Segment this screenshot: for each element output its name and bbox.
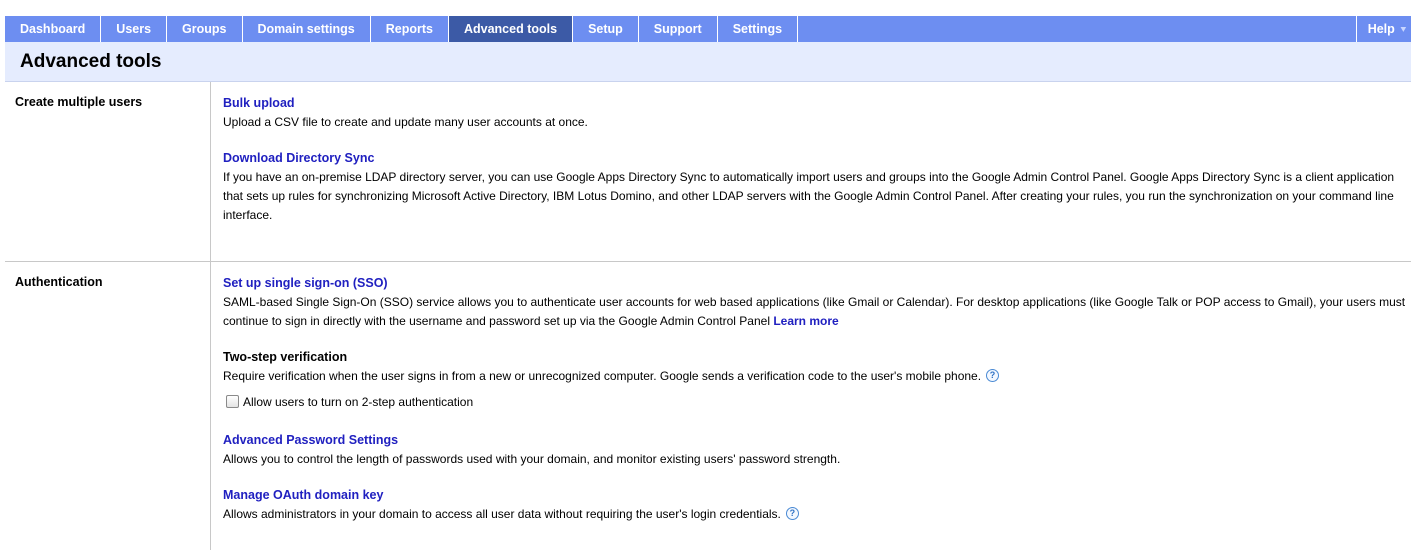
tab-support[interactable]: Support — [639, 16, 718, 42]
learn-more-link[interactable]: Learn more — [773, 314, 838, 328]
section-label: Authentication — [5, 262, 211, 550]
tab-reports[interactable]: Reports — [371, 16, 449, 42]
item-sso: Set up single sign-on (SSO) SAML-based S… — [223, 274, 1411, 331]
section-content: Bulk upload Upload a CSV file to create … — [211, 82, 1411, 261]
oauth-description-text: Allows administrators in your domain to … — [223, 507, 781, 521]
two-step-checkbox-row[interactable]: Allow users to turn on 2-step authentica… — [226, 392, 1411, 411]
section-content: Set up single sign-on (SSO) SAML-based S… — [211, 262, 1411, 550]
page-title-bar: Advanced tools — [5, 42, 1411, 82]
item-advanced-password: Advanced Password Settings Allows you to… — [223, 431, 1411, 469]
item-oauth-key: Manage OAuth domain key Allows administr… — [223, 486, 1411, 524]
two-step-description-text: Require verification when the user signs… — [223, 369, 982, 383]
section-authentication: Authentication Set up single sign-on (SS… — [5, 262, 1411, 550]
advanced-password-description: Allows you to control the length of pass… — [223, 452, 841, 466]
tab-settings[interactable]: Settings — [718, 16, 799, 42]
two-step-checkbox-label[interactable]: Allow users to turn on 2-step authentica… — [243, 395, 473, 409]
chevron-down-icon: ⯆ — [1399, 24, 1407, 35]
item-directory-sync: Download Directory Sync If you have an o… — [223, 149, 1411, 225]
page-title: Advanced tools — [20, 51, 162, 72]
bulk-upload-description: Upload a CSV file to create and update m… — [223, 115, 588, 129]
directory-sync-description: If you have an on-premise LDAP directory… — [223, 170, 1395, 222]
advanced-password-settings-link[interactable]: Advanced Password Settings — [223, 433, 398, 447]
help-menu-button[interactable]: Help ⯆ — [1355, 16, 1411, 42]
section-label: Create multiple users — [5, 82, 211, 261]
download-directory-sync-link[interactable]: Download Directory Sync — [223, 151, 374, 165]
manage-oauth-key-link[interactable]: Manage OAuth domain key — [223, 488, 383, 502]
admin-console: Dashboard Users Groups Domain settings R… — [5, 16, 1411, 550]
tab-users[interactable]: Users — [101, 16, 168, 42]
top-navigation: Dashboard Users Groups Domain settings R… — [5, 16, 1411, 42]
item-bulk-upload: Bulk upload Upload a CSV file to create … — [223, 94, 1411, 132]
oauth-description: Allows administrators in your domain to … — [223, 505, 1408, 524]
setup-sso-link[interactable]: Set up single sign-on (SSO) — [223, 276, 388, 290]
tab-dashboard[interactable]: Dashboard — [5, 16, 102, 42]
bulk-upload-link[interactable]: Bulk upload — [223, 96, 295, 110]
tab-setup[interactable]: Setup — [573, 16, 639, 42]
tab-advanced-tools[interactable]: Advanced tools — [448, 16, 574, 42]
question-mark-icon[interactable]: ? — [785, 507, 799, 520]
two-step-checkbox[interactable] — [226, 395, 239, 408]
tab-domain-settings[interactable]: Domain settings — [243, 16, 371, 42]
sso-description: SAML-based Single Sign-On (SSO) service … — [223, 293, 1408, 331]
item-two-step-verification: Two-step verification Require verificati… — [223, 348, 1411, 386]
two-step-heading: Two-step verification — [223, 350, 348, 364]
question-mark-icon[interactable]: ? — [986, 369, 1000, 382]
tab-groups[interactable]: Groups — [167, 16, 243, 42]
two-step-description: Require verification when the user signs… — [223, 367, 1408, 386]
section-create-multiple-users: Create multiple users Bulk upload Upload… — [5, 82, 1411, 261]
help-label: Help — [1367, 22, 1395, 36]
